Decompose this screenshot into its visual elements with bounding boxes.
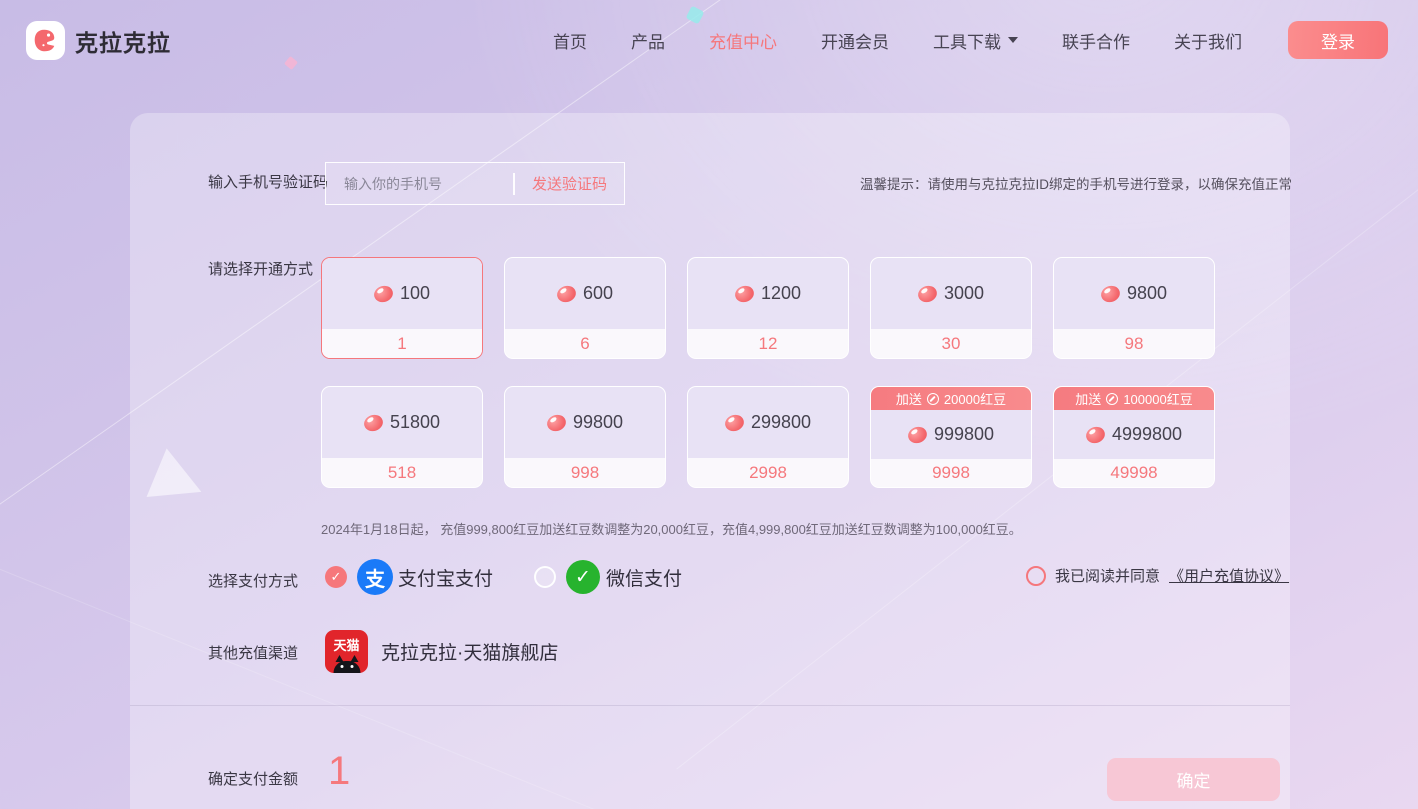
alipay-label: 支付宝支付	[398, 564, 493, 591]
price: 98	[1054, 329, 1214, 358]
bonus-badge: 加送 100000红豆	[1054, 387, 1214, 410]
nav-item-tools-download[interactable]: 工具下载	[933, 28, 1018, 53]
bean-amount: 999800	[934, 424, 994, 445]
price: 12	[688, 329, 848, 358]
bean-amount: 9800	[1127, 283, 1167, 304]
bean-amount: 1200	[761, 283, 801, 304]
wechat-icon: ✓	[566, 560, 600, 594]
agreement-row: 我已阅读并同意 《用户充值协议》	[1026, 565, 1289, 586]
confirm-button[interactable]: 确定	[1107, 758, 1280, 801]
recharge-option-299800[interactable]: 299800 2998	[687, 386, 849, 488]
payment-method-alipay[interactable]: 支 支付宝支付	[325, 559, 493, 595]
recharge-option-3000[interactable]: 3000 30	[870, 257, 1032, 359]
login-tip-text: 温馨提示：请使用与克拉克拉ID绑定的手机号进行登录，以确保充值正常	[860, 173, 1300, 193]
recharge-row-1: 100 1 600 6 1200 12 3000 30 9800 98	[321, 257, 1215, 359]
wechat-label: 微信支付	[606, 564, 682, 591]
nav-item-products[interactable]: 产品	[631, 28, 665, 53]
recharge-option-1200[interactable]: 1200 12	[687, 257, 849, 359]
red-bean-icon	[545, 412, 568, 433]
bean-amount: 99800	[573, 412, 623, 433]
recharge-option-4999800[interactable]: 加送 100000红豆 4999800 49998	[1053, 386, 1215, 488]
bean-amount: 4999800	[1112, 424, 1182, 445]
bonus-badge: 加送 20000红豆	[871, 387, 1031, 410]
payment-methods: 支 支付宝支付 ✓ 微信支付	[325, 559, 682, 595]
recharge-agreement-link[interactable]: 《用户充值协议》	[1169, 565, 1289, 586]
bonus-adjustment-note: 2024年1月18日起， 充值999,800红豆加送红豆数调整为20,000红豆…	[321, 519, 1022, 538]
bean-amount: 299800	[751, 412, 811, 433]
badge-prefix: 加送	[1075, 389, 1101, 408]
tmall-cat-icon	[333, 661, 360, 673]
login-button[interactable]: 登录	[1288, 21, 1388, 59]
other-channel-label: 其他充值渠道	[208, 642, 298, 663]
send-code-button[interactable]: 发送验证码	[515, 173, 624, 194]
price: 2998	[688, 458, 848, 487]
chevron-down-icon	[1008, 37, 1018, 43]
phone-section-label: 输入手机号验证码	[208, 171, 328, 192]
wechat-radio-unchecked[interactable]	[534, 566, 556, 588]
red-bean-icon	[733, 283, 756, 304]
payment-section-label: 选择支付方式	[208, 570, 298, 591]
brand-logo[interactable]: 克拉克拉	[26, 21, 171, 60]
alipay-radio-checked[interactable]	[325, 566, 347, 588]
main-panel: 输入手机号验证码 发送验证码 温馨提示：请使用与克拉克拉ID绑定的手机号进行登录…	[130, 113, 1290, 809]
nav-item-home[interactable]: 首页	[553, 28, 587, 53]
recharge-section-label: 请选择开通方式	[208, 258, 313, 279]
nav-item-recharge-center[interactable]: 充值中心	[709, 28, 777, 53]
badge-prefix: 加送	[896, 389, 922, 408]
recharge-option-99800[interactable]: 99800 998	[504, 386, 666, 488]
recharge-option-100[interactable]: 100 1	[321, 257, 483, 359]
red-bean-icon	[555, 283, 578, 304]
red-bean-icon	[916, 283, 939, 304]
price: 49998	[1054, 459, 1214, 487]
recharge-row-2: 51800 518 99800 998 299800 2998 加送 20000…	[321, 386, 1215, 488]
bean-outline-icon	[1106, 393, 1118, 405]
tmall-channel[interactable]: 天猫 克拉克拉·天猫旗舰店	[325, 630, 558, 673]
recharge-options-grid: 100 1 600 6 1200 12 3000 30 9800 98 5180	[321, 257, 1215, 488]
tmall-store-name: 克拉克拉·天猫旗舰店	[381, 638, 558, 665]
nav-item-about-us[interactable]: 关于我们	[1174, 28, 1242, 53]
recharge-option-51800[interactable]: 51800 518	[321, 386, 483, 488]
confirm-amount-label: 确定支付金额	[208, 768, 298, 789]
red-bean-icon	[1084, 424, 1107, 445]
tmall-icon-label: 天猫	[325, 635, 368, 654]
tmall-icon: 天猫	[325, 630, 368, 673]
nav-item-label: 工具下载	[933, 28, 1001, 53]
agreement-text: 我已阅读并同意	[1055, 565, 1160, 586]
nav-item-membership[interactable]: 开通会员	[821, 28, 889, 53]
price: 998	[505, 458, 665, 487]
recharge-option-9800[interactable]: 9800 98	[1053, 257, 1215, 359]
recharge-option-600[interactable]: 600 6	[504, 257, 666, 359]
phone-input-box: 发送验证码	[325, 162, 625, 205]
price: 518	[322, 458, 482, 487]
nav-item-cooperation[interactable]: 联手合作	[1062, 28, 1130, 53]
red-bean-icon	[1099, 283, 1122, 304]
top-navbar: 克拉克拉 首页 产品 充值中心 开通会员 工具下载 联手合作 关于我们 登录	[0, 0, 1418, 80]
payment-amount-value: 1	[328, 749, 350, 794]
panel-divider	[130, 705, 1290, 706]
bean-amount: 3000	[944, 283, 984, 304]
red-bean-icon	[723, 412, 746, 433]
bean-amount: 100	[400, 283, 430, 304]
main-nav: 首页 产品 充值中心 开通会员 工具下载 联手合作 关于我们	[553, 0, 1242, 80]
red-bean-icon	[906, 424, 929, 445]
bean-outline-icon	[927, 393, 939, 405]
recharge-option-999800[interactable]: 加送 20000红豆 999800 9998	[870, 386, 1032, 488]
badge-value: 100000红豆	[1123, 389, 1192, 408]
phone-number-input[interactable]	[326, 176, 513, 192]
agreement-radio-unchecked[interactable]	[1026, 566, 1046, 586]
price: 1	[322, 329, 482, 358]
bean-amount: 51800	[390, 412, 440, 433]
price: 6	[505, 329, 665, 358]
badge-value: 20000红豆	[944, 389, 1006, 408]
bean-amount: 600	[583, 283, 613, 304]
tmall-cat-eyes	[340, 665, 343, 668]
red-bean-icon	[362, 412, 385, 433]
payment-method-wechat[interactable]: ✓ 微信支付	[534, 560, 682, 594]
price: 30	[871, 329, 1031, 358]
price: 9998	[871, 459, 1031, 487]
red-bean-icon	[372, 283, 395, 304]
alipay-icon: 支	[357, 559, 393, 595]
kilakila-logo-icon	[26, 21, 65, 60]
brand-name: 克拉克拉	[75, 24, 171, 58]
